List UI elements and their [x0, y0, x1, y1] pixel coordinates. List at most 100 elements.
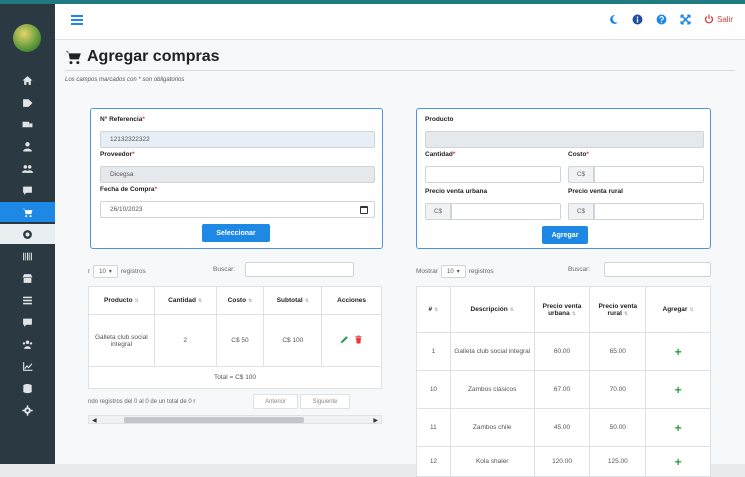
list-icon[interactable] [0, 290, 55, 310]
product-search-label: Buscar: [568, 266, 591, 273]
prev-page-button[interactable]: Anterior [253, 394, 298, 409]
message-icon[interactable] [0, 312, 55, 332]
cart-search-input[interactable] [245, 262, 354, 277]
cell-descripcion: Kola shaler [449, 446, 535, 477]
cell-urbana: 67.00 [533, 370, 591, 409]
horizontal-scrollbar[interactable]: ◀ ▶ [88, 415, 382, 424]
required-note: Los campos marcados con * son obligatori… [65, 77, 185, 83]
fecha-input[interactable]: 26/10/2023 [100, 201, 375, 218]
gear-icon[interactable] [0, 400, 55, 420]
moon-icon[interactable] [608, 13, 620, 25]
cart-icon[interactable] [0, 202, 55, 222]
logo[interactable] [13, 24, 41, 52]
precio-urbana-input[interactable] [451, 203, 561, 220]
seleccionar-button[interactable]: Seleccionar [202, 224, 270, 242]
cell-agregar: + [645, 332, 711, 371]
sidebar [0, 4, 55, 464]
table-row: Galleta club social integral 2 C$ 50 C$ … [88, 314, 382, 367]
fecha-label: Fecha de Compra* [100, 186, 158, 193]
chart-icon[interactable] [0, 356, 55, 376]
cart-header-producto[interactable]: Producto ⇅ [88, 286, 155, 315]
add-product-icon[interactable]: + [675, 345, 682, 359]
power-icon [704, 14, 714, 24]
precio-rural-label: Precio venta rural [568, 188, 623, 195]
prod-header-descripcion[interactable]: Descripción ⇅ [449, 286, 535, 333]
cell-urbana: 120.00 [533, 446, 591, 477]
help-icon[interactable] [656, 13, 668, 25]
add-product-icon[interactable]: + [675, 455, 682, 469]
proveedor-label: Proveedor* [100, 151, 135, 158]
cart-header-costo[interactable]: Costo ⇅ [215, 286, 265, 315]
next-page-button[interactable]: Siguiente [300, 394, 350, 409]
prod-header-agregar[interactable]: Agregar ⇅ [645, 286, 711, 333]
page-title-text: Agregar compras [87, 48, 220, 65]
cell-rural: 50.00 [589, 408, 647, 447]
cart-total: Total = C$ 100 [88, 366, 382, 389]
menu-toggle-icon[interactable] [71, 15, 83, 25]
calendar-icon[interactable] [360, 206, 368, 214]
cantidad-input[interactable] [425, 166, 561, 183]
costo-label: Costo* [568, 151, 589, 158]
home-icon[interactable] [0, 70, 55, 90]
store-icon[interactable] [0, 268, 55, 288]
scroll-thumb[interactable] [124, 417, 304, 423]
scroll-right-icon[interactable]: ▶ [373, 417, 378, 424]
precio-rural-input[interactable] [594, 203, 704, 220]
add-product-icon[interactable]: + [675, 421, 682, 435]
barcode-icon[interactable] [0, 246, 55, 266]
table-row: 1 Galleta club social integral 60.00 65.… [416, 332, 711, 371]
cell-id: 1 [416, 332, 451, 371]
info-icon[interactable] [632, 13, 644, 25]
cart-page-size-select[interactable]: 10 ▾ [93, 265, 118, 278]
cell-rural: 125.00 [589, 446, 647, 477]
cell-descripcion: Zambos chile [449, 408, 535, 447]
cart-info: ndo registros del 0 al 0 de un total de … [88, 399, 196, 405]
cell-acciones [321, 314, 382, 367]
fullscreen-icon[interactable] [680, 13, 692, 25]
circle-dot-icon[interactable] [0, 224, 55, 244]
proveedor-input[interactable]: Dicegsa [100, 166, 375, 183]
prod-header-rural[interactable]: Precio venta rural ⇅ [589, 286, 647, 333]
referencia-input[interactable]: 12132322322 [100, 131, 375, 148]
main-content: Agregar compras Los campos marcados con … [55, 40, 745, 477]
cart-icon [65, 50, 81, 64]
cart-header-cantidad[interactable]: Cantidad ⇅ [153, 286, 217, 315]
cell-agregar: + [645, 408, 711, 447]
cart-header-acciones: Acciones [321, 286, 382, 315]
costo-currency: C$ [568, 166, 594, 183]
producto-input[interactable] [425, 131, 704, 148]
user-icon[interactable] [0, 136, 55, 156]
cell-producto: Galleta club social integral [88, 314, 155, 367]
agregar-button[interactable]: Agregar [542, 226, 588, 244]
cell-costo: C$ 50 [215, 314, 265, 367]
delete-icon[interactable] [354, 335, 363, 346]
prod-header-urbana[interactable]: Precio venta urbana ⇅ [533, 286, 591, 333]
product-search-input[interactable] [604, 262, 711, 277]
cell-agregar: + [645, 370, 711, 409]
edit-icon[interactable] [340, 335, 349, 346]
cell-descripcion: Galleta club social integral [449, 332, 535, 371]
logout-button[interactable]: Salir [704, 14, 733, 24]
database-icon[interactable] [0, 378, 55, 398]
total-row: Total = C$ 100 [88, 366, 382, 389]
cell-subtotal: C$ 100 [263, 314, 323, 367]
users-icon[interactable] [0, 158, 55, 178]
table-row: 12 Kola shaler 120.00 125.00 + [416, 446, 711, 477]
truck-icon[interactable] [0, 114, 55, 134]
tag-icon[interactable] [0, 92, 55, 112]
page-title: Agregar compras [65, 48, 220, 66]
scroll-left-icon[interactable]: ◀ [92, 417, 97, 424]
cart-length-control: r 10 ▾ registros [88, 265, 146, 278]
product-length-control: Mostrar 10 ▾ registros [416, 265, 494, 278]
purchase-card: N° Referencia* 12132322322 Proveedor* Di… [90, 108, 383, 249]
product-page-size-select[interactable]: 10 ▾ [441, 265, 466, 278]
group-icon[interactable] [0, 334, 55, 354]
product-table: # ⇅ Descripción ⇅ Precio venta urbana ⇅ Pre… [416, 286, 711, 477]
costo-input[interactable] [594, 166, 704, 183]
cantidad-label: Cantidad* [425, 151, 456, 158]
table-row: 11 Zambos chile 45.00 50.00 + [416, 408, 711, 447]
chat-icon[interactable] [0, 180, 55, 200]
cart-header-subtotal[interactable]: Subtotal ⇅ [263, 286, 323, 315]
add-product-icon[interactable]: + [675, 383, 682, 397]
prod-header-id[interactable]: # ⇅ [416, 286, 451, 333]
